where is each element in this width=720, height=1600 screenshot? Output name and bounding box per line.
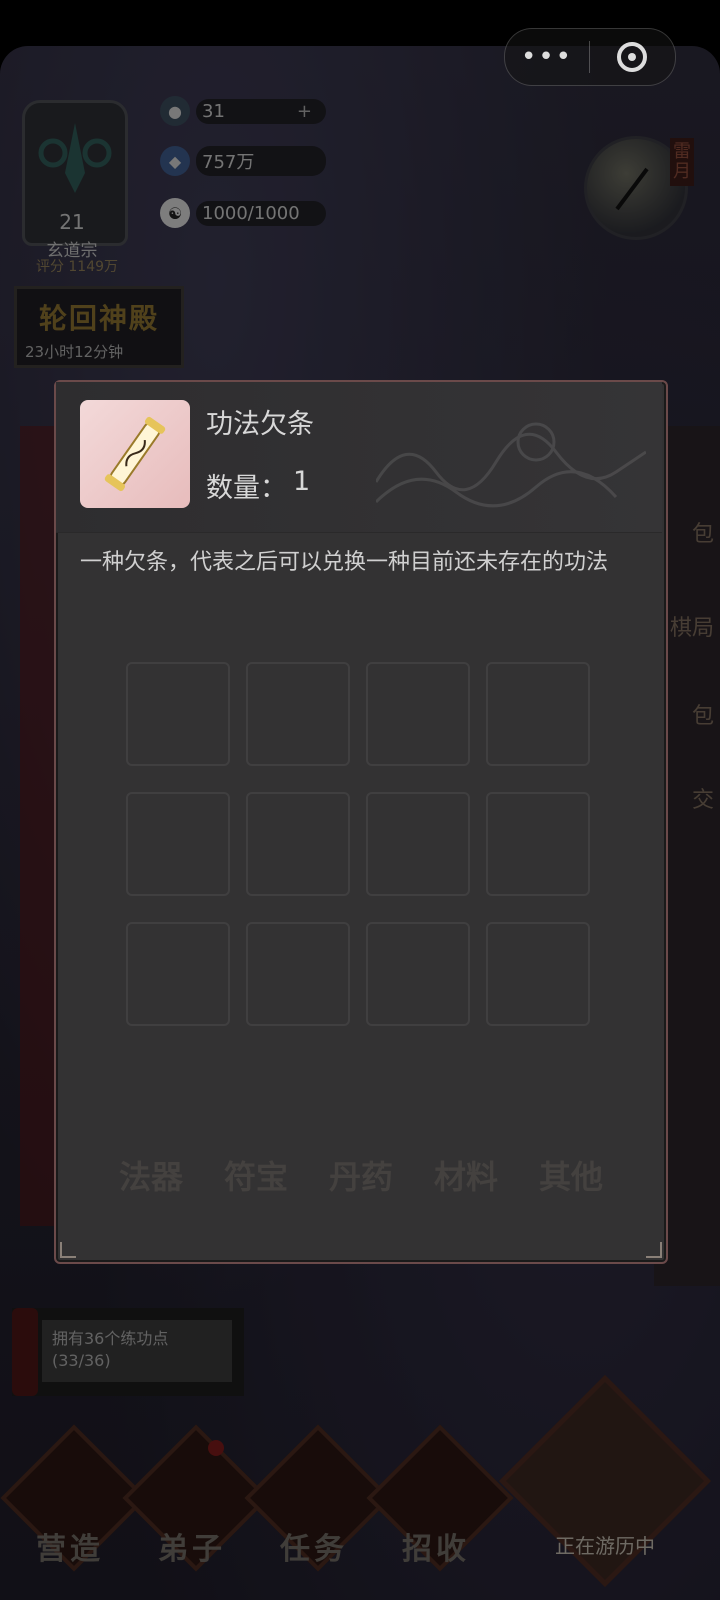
more-button[interactable]: •••	[505, 42, 589, 72]
background-slot	[366, 662, 470, 766]
corner-ornament	[60, 1242, 76, 1258]
item-thumbnail	[80, 400, 190, 508]
popup-header: 功法欠条 数量： 1	[56, 382, 662, 533]
background-slot	[366, 922, 470, 1026]
target-icon	[617, 42, 647, 72]
tab-cailiao: 材料	[433, 1158, 498, 1196]
background-slot	[126, 662, 230, 766]
scroll-item-icon	[104, 416, 166, 492]
item-detail-popup: 功法欠条 数量： 1 一种欠条，代表之后可以兑换一种目前还未存在的功法 法器 符…	[54, 380, 668, 1264]
background-slot	[246, 792, 350, 896]
background-slot	[126, 922, 230, 1026]
tab-qita: 其他	[538, 1158, 603, 1196]
quantity-label: 数量：	[206, 473, 287, 504]
tab-danyao: 丹药	[328, 1158, 393, 1196]
item-quantity: 数量： 1	[206, 466, 310, 505]
tab-faqi: 法器	[118, 1158, 183, 1196]
background-slot	[486, 662, 590, 766]
corner-ornament	[646, 1242, 662, 1258]
background-slot	[246, 662, 350, 766]
close-miniprogram-button[interactable]	[590, 42, 674, 72]
miniprogram-capsule: •••	[504, 28, 676, 86]
wave-pattern-icon	[376, 422, 646, 508]
background-slot	[246, 922, 350, 1026]
background-slot	[126, 792, 230, 896]
background-slot	[486, 922, 590, 1026]
background-slot	[486, 792, 590, 896]
background-category-tabs: 法器 符宝 丹药 材料 其他	[106, 1142, 616, 1222]
tab-fubao: 符宝	[223, 1158, 288, 1196]
quantity-value: 1	[293, 466, 311, 497]
item-name: 功法欠条	[206, 409, 314, 440]
background-slot	[366, 792, 470, 896]
item-description: 一种欠条，代表之后可以兑换一种目前还未存在的功法	[80, 550, 609, 575]
